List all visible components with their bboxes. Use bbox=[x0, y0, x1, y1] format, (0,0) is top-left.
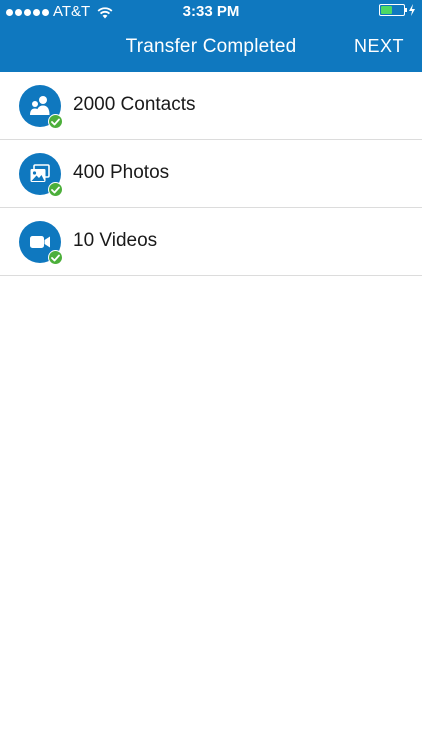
list-item-label: 10 Videos bbox=[73, 230, 158, 251]
check-icon bbox=[48, 250, 63, 265]
status-right bbox=[379, 4, 416, 16]
list-item-label: 2000 Contacts bbox=[73, 94, 196, 115]
item-icon-wrap bbox=[19, 221, 63, 265]
list-item: 2000 Contacts bbox=[0, 72, 422, 140]
status-bar: AT&T 3:33 PM bbox=[0, 0, 422, 24]
battery-fill bbox=[381, 6, 392, 14]
check-icon bbox=[48, 182, 63, 197]
charging-bolt-icon bbox=[409, 4, 415, 16]
list-item: 400 Photos bbox=[0, 140, 422, 208]
battery-icon bbox=[379, 4, 407, 16]
item-icon-wrap bbox=[19, 85, 63, 129]
check-icon bbox=[48, 114, 63, 129]
transfer-summary-list: 2000 Contacts 400 Photos 10 Videos bbox=[0, 72, 422, 276]
next-button[interactable]: NEXT bbox=[354, 36, 404, 57]
item-icon-wrap bbox=[19, 153, 63, 197]
list-item: 10 Videos bbox=[0, 208, 422, 276]
status-time: 3:33 PM bbox=[182, 3, 240, 20]
list-item-label: 400 Photos bbox=[73, 162, 170, 183]
header-bar: AT&T 3:33 PM Transfer Completed NEXT bbox=[0, 0, 422, 72]
